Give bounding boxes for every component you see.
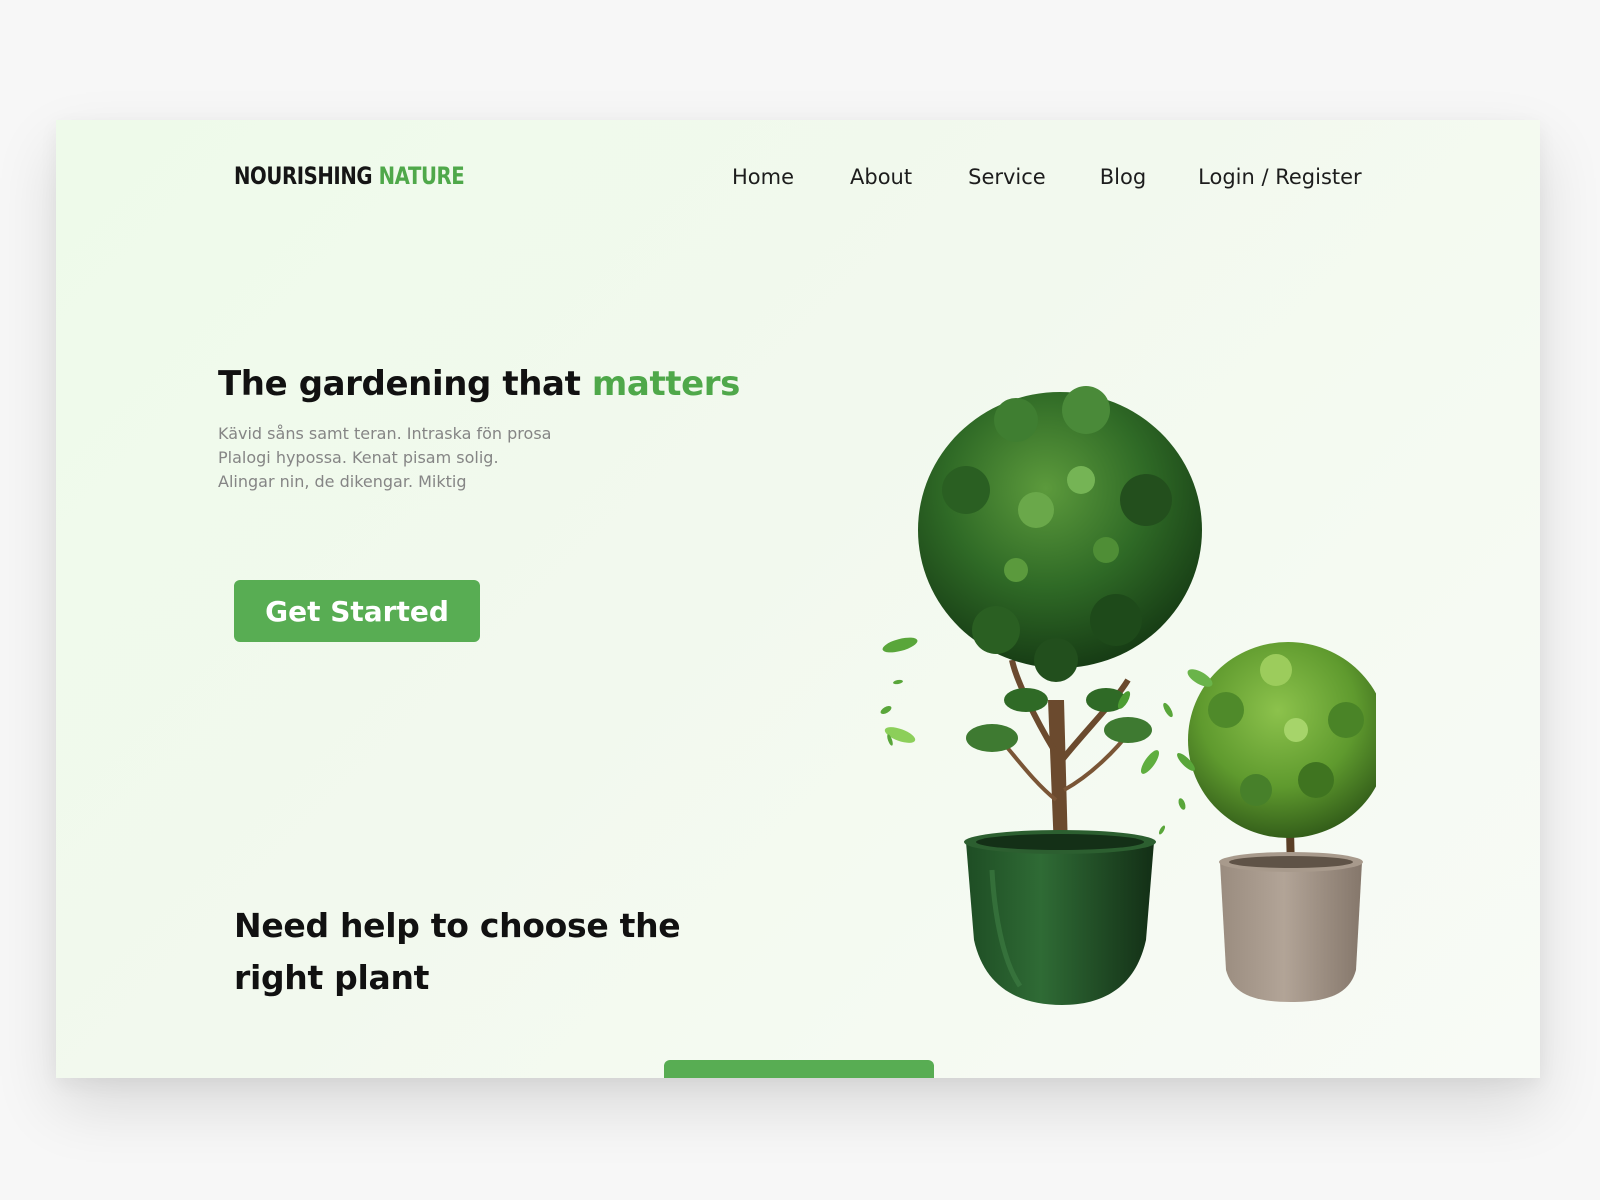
nav-link-home[interactable]: Home xyxy=(732,165,794,189)
hero-title-accent: matters xyxy=(591,364,741,404)
brand-logo-part1: NOURISHING xyxy=(234,162,373,190)
hero-title-main: The gardening that xyxy=(218,364,592,404)
potted-plants-illustration xyxy=(880,386,1376,1005)
help-title-line1: Need help to choose the xyxy=(234,906,681,945)
nav-link-login-register[interactable]: Login / Register xyxy=(1198,165,1362,189)
hero-description-line: Kävid såns samt teran. Intraska fön pros… xyxy=(218,424,552,443)
section-tab-button[interactable] xyxy=(664,1060,934,1078)
get-started-button[interactable]: Get Started xyxy=(234,580,480,642)
hero-title: The gardening that matters xyxy=(218,364,740,404)
brand-logo[interactable]: NOURISHING NATURE xyxy=(234,162,465,190)
green-pot xyxy=(964,830,1156,1005)
small-plant xyxy=(1188,642,1376,870)
brand-logo-part2: NATURE xyxy=(378,162,465,190)
main-nav: Home About Service Blog Login / Register xyxy=(732,162,1362,192)
hero-description: Kävid såns samt teran. Intraska fön pros… xyxy=(218,422,638,494)
hero-description-line: Plalogi hypossa. Kenat pisam solig. xyxy=(218,448,499,467)
nav-link-about[interactable]: About xyxy=(850,165,912,189)
large-plant xyxy=(918,386,1202,850)
nav-link-service[interactable]: Service xyxy=(968,165,1046,189)
hero-description-line: Alingar nin, de dikengar. Miktig xyxy=(218,472,467,491)
landing-page-card: NOURISHING NATURE Home About Service Blo… xyxy=(56,120,1540,1078)
stone-pot xyxy=(1219,852,1363,1002)
nav-link-blog[interactable]: Blog xyxy=(1100,165,1146,189)
help-title-line2: right plant xyxy=(234,958,430,997)
help-section-title: Need help to choose the right plant xyxy=(234,900,754,1004)
